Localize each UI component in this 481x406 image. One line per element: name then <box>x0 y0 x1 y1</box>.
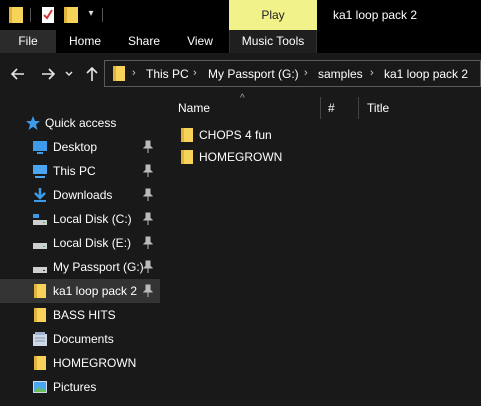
sidebar-item-label: Local Disk (E:) <box>53 236 132 250</box>
sidebar-item-ka1-loop-pack-2[interactable]: ka1 loop pack 2 <box>0 279 160 303</box>
window-title: ka1 loop pack 2 <box>333 8 418 22</box>
sidebar-item-label: Quick access <box>45 116 117 130</box>
sidebar-item-label: Pictures <box>53 380 97 394</box>
folder-icon <box>113 66 125 81</box>
drive-icon <box>33 267 47 273</box>
context-tab-header: Play <box>229 0 317 30</box>
sidebar-item-homegrown[interactable]: HOMEGROWN <box>0 351 160 375</box>
download-icon <box>34 188 46 202</box>
sidebar-item-pictures[interactable]: Pictures <box>0 375 160 399</box>
sidebar-item-desktop[interactable]: Desktop <box>0 135 160 159</box>
column-divider[interactable] <box>358 97 359 119</box>
ribbon-tabs: File Home Share View Music Tools <box>0 30 481 53</box>
sidebar-item-local-disk-c[interactable]: Local Disk (C:) <box>0 207 160 231</box>
file-list: ^ Name # Title CHOPS 4 fun HOMEGROWN <box>162 93 481 406</box>
pictures-icon <box>33 381 47 393</box>
pin-icon[interactable] <box>142 212 154 226</box>
list-item[interactable]: CHOPS 4 fun <box>178 125 378 145</box>
checklist-icon[interactable] <box>40 6 56 24</box>
sidebar-item-my-passport[interactable]: My Passport (G:) <box>0 255 160 279</box>
list-item[interactable]: HOMEGROWN <box>178 147 378 167</box>
folder-icon <box>34 356 46 370</box>
disk-icon <box>33 243 47 249</box>
sidebar-item-this-pc[interactable]: This PC <box>0 159 160 183</box>
pin-icon[interactable] <box>142 236 154 250</box>
forward-arrow-icon[interactable] <box>38 64 58 84</box>
navigation-pane: Quick access Desktop This PC Downloads L… <box>0 95 162 406</box>
breadcrumb-chevron-icon[interactable]: › <box>370 67 374 79</box>
sidebar-item-label: This PC <box>53 164 96 178</box>
breadcrumb-ka1-loop-pack-2[interactable]: ka1 loop pack 2 <box>384 67 468 81</box>
pin-icon[interactable] <box>142 260 154 274</box>
tab-view[interactable]: View <box>176 30 224 53</box>
folder-icon <box>34 284 46 298</box>
sidebar-item-label: Documents <box>53 332 114 346</box>
sidebar-item-label: Local Disk (C:) <box>53 212 132 226</box>
sidebar-item-label: ka1 loop pack 2 <box>53 284 138 298</box>
up-arrow-icon[interactable] <box>82 64 102 84</box>
file-name: HOMEGROWN <box>199 150 283 164</box>
pin-icon[interactable] <box>142 164 154 178</box>
sidebar-item-label: HOMEGROWN <box>53 356 137 370</box>
recent-locations-chevron-icon[interactable] <box>63 64 75 84</box>
pin-icon[interactable] <box>142 284 154 298</box>
properties-folder-icon[interactable] <box>8 6 24 24</box>
breadcrumb-this-pc[interactable]: This PC <box>146 67 189 81</box>
pin-icon[interactable] <box>142 140 154 154</box>
sort-ascending-caret-icon: ^ <box>240 93 245 104</box>
sidebar-item-label: Downloads <box>53 188 113 202</box>
sidebar-item-bass-hits[interactable]: BASS HITS <box>0 303 160 327</box>
tab-share[interactable]: Share <box>115 30 173 53</box>
folder-icon <box>181 150 193 164</box>
sidebar-item-downloads[interactable]: Downloads <box>0 183 160 207</box>
tab-home[interactable]: Home <box>58 30 112 53</box>
breadcrumb-my-passport[interactable]: My Passport (G:) <box>208 67 299 81</box>
star-icon <box>26 116 40 130</box>
navigation-bar: › This PC › My Passport (G:) › samples ›… <box>0 53 481 95</box>
breadcrumb-samples[interactable]: samples <box>318 67 363 81</box>
breadcrumb-chevron-icon[interactable]: › <box>193 67 197 79</box>
documents-icon <box>33 332 47 346</box>
breadcrumb-chevron-icon[interactable]: › <box>132 67 136 79</box>
disk-icon <box>33 214 47 225</box>
sidebar-item-label: BASS HITS <box>53 308 116 322</box>
toolbar-separator <box>102 8 103 22</box>
sidebar-item-quick-access[interactable]: Quick access <box>0 111 160 135</box>
column-header-number[interactable]: # <box>328 101 335 115</box>
column-header-name[interactable]: Name <box>178 101 210 115</box>
column-divider[interactable] <box>320 97 321 119</box>
customize-toolbar-dropdown-icon[interactable]: ▾ <box>86 7 96 21</box>
breadcrumb-chevron-icon[interactable]: › <box>304 67 308 79</box>
folder-icon <box>34 308 46 322</box>
column-header-title[interactable]: Title <box>367 101 389 115</box>
title-bar: ▾ Play ka1 loop pack 2 <box>0 0 481 30</box>
sidebar-item-local-disk-e[interactable]: Local Disk (E:) <box>0 231 160 255</box>
desktop-icon <box>33 141 47 154</box>
folder-icon <box>181 128 193 142</box>
pin-icon[interactable] <box>142 188 154 202</box>
sidebar-item-documents[interactable]: Documents <box>0 327 160 351</box>
sidebar-item-label: Desktop <box>53 140 98 154</box>
sidebar-item-label: My Passport (G:) <box>53 260 144 274</box>
new-folder-icon[interactable] <box>63 6 79 24</box>
tab-music-tools[interactable]: Music Tools <box>229 30 317 53</box>
address-bar[interactable]: › This PC › My Passport (G:) › samples ›… <box>104 60 481 87</box>
computer-icon <box>33 165 47 178</box>
file-name: CHOPS 4 fun <box>199 128 272 142</box>
tab-file[interactable]: File <box>0 30 56 53</box>
back-arrow-icon[interactable] <box>8 64 28 84</box>
toolbar-separator <box>30 8 31 22</box>
